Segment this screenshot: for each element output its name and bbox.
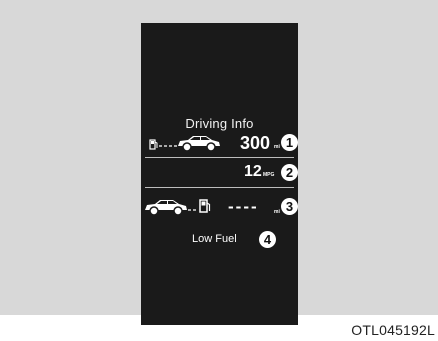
- distance-to-empty-value: 300: [240, 133, 271, 153]
- callout-2: 2: [281, 164, 298, 181]
- callout-3: 3: [281, 198, 298, 215]
- car-icon-2: [145, 200, 187, 216]
- figure-code: OTL045192L: [351, 322, 435, 338]
- display-title: Driving Info: [185, 116, 254, 131]
- range-dashed-line-icon-2: [188, 209, 198, 211]
- range-since-refuel-value: ----: [228, 197, 259, 216]
- divider-1: [145, 157, 294, 158]
- distance-to-empty-unit: mi: [274, 144, 280, 150]
- instrument-display: Driving Info 300 mi 1 12 MPG 2 ---- mi 3…: [141, 23, 298, 325]
- car-icon: [178, 136, 220, 152]
- callout-4: 4: [259, 231, 276, 248]
- fuel-pump-icon: [149, 139, 158, 150]
- callout-1: 1: [281, 134, 298, 151]
- divider-2: [145, 187, 294, 188]
- fuel-pump-icon-2: [199, 199, 211, 213]
- range-since-refuel-unit: mi: [274, 209, 280, 215]
- range-dashed-line-icon: [159, 145, 177, 147]
- fuel-economy-value: 12: [244, 163, 262, 180]
- top-strip: [0, 0, 438, 8]
- fuel-economy-unit: MPG: [263, 172, 275, 178]
- low-fuel-warning: Low Fuel: [192, 233, 237, 245]
